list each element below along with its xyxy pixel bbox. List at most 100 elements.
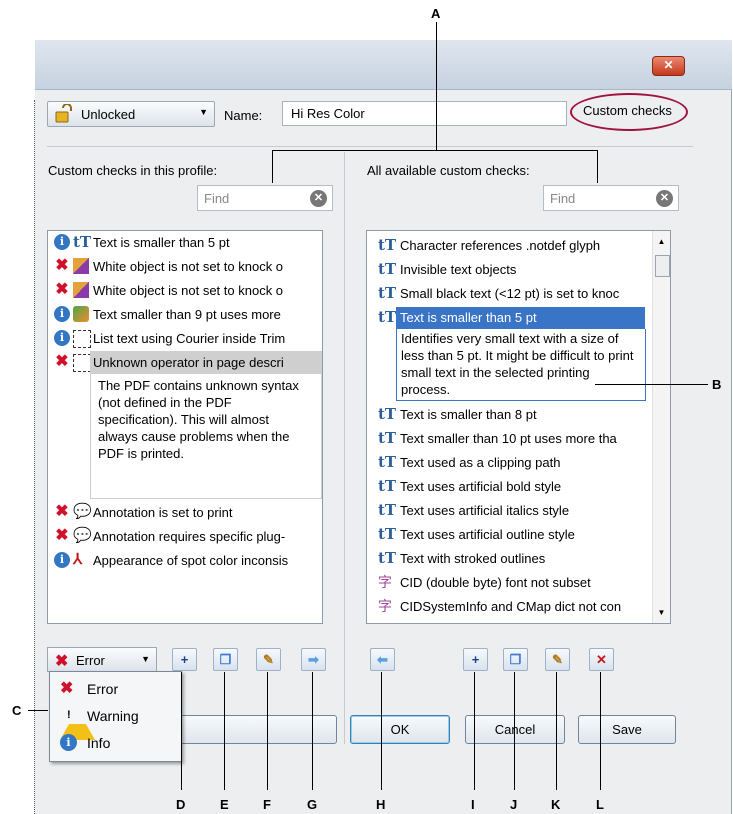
edit-icon: ✎ [263, 652, 274, 667]
text-icon: tT [378, 549, 397, 567]
list-item[interactable]: tT Character references .notdef glyph [367, 234, 655, 257]
left-find-input[interactable]: Find ✕ [197, 185, 333, 211]
list-item-label: Text is smaller than 8 pt [400, 407, 537, 422]
callout-line [272, 150, 598, 151]
list-item-label: CIDSystemInfo and CMap dict not con [400, 599, 622, 614]
profile-checks-list[interactable]: i tT Text is smaller than 5 pt ✖ White o… [47, 230, 323, 624]
edit-check-button[interactable]: ✎ [545, 648, 570, 671]
list-item-label: Unknown operator in page descri [93, 355, 284, 370]
name-input-value: Hi Res Color [291, 106, 365, 121]
custom-checks-label: Custom checks [583, 103, 672, 118]
profile-checks-label: Custom checks in this profile: [48, 163, 218, 178]
arrow-right-icon: ➡ [308, 652, 319, 667]
new-check-button[interactable]: + [463, 648, 488, 671]
list-item[interactable]: tT Text uses artificial outline style [367, 523, 655, 546]
delete-check-button[interactable]: ✕ [589, 648, 614, 671]
selected-description: Identifies very small text with a size o… [401, 331, 634, 397]
divider [47, 146, 693, 147]
callout-line [597, 150, 598, 183]
list-item[interactable]: i List text using Courier inside Trim [48, 327, 322, 350]
lock-combo-value: Unlocked [81, 107, 136, 122]
callout-f: F [263, 797, 271, 812]
duplicate-check-button[interactable]: ❐ [503, 648, 528, 671]
save-button[interactable]: Save [578, 715, 676, 744]
callout-i: I [471, 797, 475, 812]
cancel-button[interactable]: Cancel [465, 715, 565, 744]
list-item[interactable]: tT Invisible text objects [367, 258, 655, 281]
list-item[interactable]: ✖ White object is not set to knock o [48, 255, 322, 278]
ok-label: OK [390, 722, 410, 737]
error-icon: ✖ [55, 503, 69, 520]
ok-button[interactable]: OK [350, 715, 450, 744]
error-icon: ✖ [55, 257, 69, 274]
list-item-label: Text is smaller than 5 pt [93, 235, 230, 250]
list-item[interactable]: i ⅄ Appearance of spot color inconsis [48, 549, 322, 572]
severity-combo-value: Error [76, 653, 105, 668]
list-item[interactable]: tT Text used as a clipping path [367, 451, 655, 474]
list-item-label: Small black text (<12 pt) is set to knoc [400, 286, 620, 301]
scroll-down-icon[interactable]: ▼ [653, 608, 670, 617]
move-right-button[interactable]: ➡ [301, 648, 326, 671]
operator-icon [73, 330, 91, 348]
close-button[interactable] [652, 56, 685, 76]
severity-combo[interactable]: ✖ Error ▼ [47, 647, 157, 672]
list-item[interactable]: tT Text smaller than 10 pt uses more tha [367, 427, 655, 450]
left-find-placeholder: Find [204, 191, 230, 206]
list-item[interactable]: tT Small black text (<12 pt) is set to k… [367, 282, 655, 305]
lock-combo[interactable]: Unlocked ▼ [47, 101, 215, 127]
list-item[interactable]: ✖ 💬 Annotation is set to print [48, 501, 322, 524]
callout-line [436, 22, 437, 150]
duplicate-check-button[interactable]: ❐ [213, 648, 238, 671]
new-check-button[interactable]: + [172, 648, 197, 671]
list-item[interactable]: tT Text is smaller than 8 pt [367, 403, 655, 426]
list-item[interactable]: 字 CID (double byte) font not subset [367, 571, 655, 594]
image-icon [73, 306, 89, 322]
list-item[interactable]: i Text smaller than 9 pt uses more [48, 303, 322, 326]
list-item-label: White object is not set to knock o [93, 259, 284, 274]
selected-description: The PDF contains unknown syntax (not def… [98, 378, 299, 461]
duplicate-icon: ❐ [509, 652, 522, 667]
callout-line [595, 384, 708, 385]
cancel-label: Cancel [494, 722, 536, 737]
arrow-left-icon: ⬅ [377, 652, 388, 667]
move-left-button[interactable]: ⬅ [370, 648, 395, 671]
callout-line [267, 672, 268, 790]
available-checks-list[interactable]: tT Character references .notdef glyph tT… [366, 230, 671, 624]
scroll-up-icon[interactable]: ▲ [653, 237, 670, 246]
list-item-label: Text smaller than 9 pt uses more [93, 307, 281, 322]
list-item[interactable]: tT Text uses artificial bold style [367, 475, 655, 498]
edit-check-button[interactable]: ✎ [256, 648, 281, 671]
info-icon: i [54, 552, 70, 568]
callout-line [312, 672, 313, 790]
list-item[interactable]: ✖ 💬 Annotation requires specific plug- [48, 525, 322, 548]
right-find-input[interactable]: Find ✕ [543, 185, 679, 211]
list-item-label: Annotation requires specific plug- [93, 529, 286, 544]
name-label: Name: [224, 108, 263, 123]
duplicate-icon: ❐ [219, 652, 232, 667]
list-item[interactable]: i tT Text is smaller than 5 pt [48, 231, 322, 254]
callout-line [474, 672, 475, 790]
text-icon: tT [378, 501, 397, 519]
list-item[interactable]: tT Text uses artificial italics style [367, 499, 655, 522]
menu-item-label: Info [87, 735, 111, 751]
cid-font-icon: 字 [378, 574, 392, 590]
name-input[interactable]: Hi Res Color [282, 101, 567, 126]
list-item[interactable]: 字 CIDSystemInfo and CMap dict not con [367, 595, 655, 618]
selected-description-box: Identifies very small text with a size o… [396, 329, 646, 401]
list-item-label: Text uses artificial italics style [400, 503, 570, 518]
window-edge-dotted [34, 100, 35, 814]
callout-b: B [712, 377, 722, 392]
list-item-label: Character references .notdef glyph [400, 238, 601, 253]
list-item-selected[interactable]: tT Text is smaller than 5 pt [367, 306, 655, 329]
list-item[interactable]: ✖ White object is not set to knock o [48, 279, 322, 302]
clear-search-icon[interactable]: ✕ [656, 190, 673, 207]
vertical-scrollbar[interactable]: ▲ ▼ [652, 231, 670, 623]
list-item-label: Text uses artificial bold style [400, 479, 562, 494]
list-item-selected[interactable]: ✖ Unknown operator in page descri [48, 351, 322, 374]
clear-search-icon[interactable]: ✕ [310, 190, 327, 207]
callout-line [28, 710, 48, 711]
list-item-label: Text used as a clipping path [400, 455, 561, 470]
scroll-thumb[interactable] [655, 255, 670, 277]
available-checks-label: All available custom checks: [367, 163, 530, 178]
list-item[interactable]: tT Text with stroked outlines [367, 547, 655, 570]
